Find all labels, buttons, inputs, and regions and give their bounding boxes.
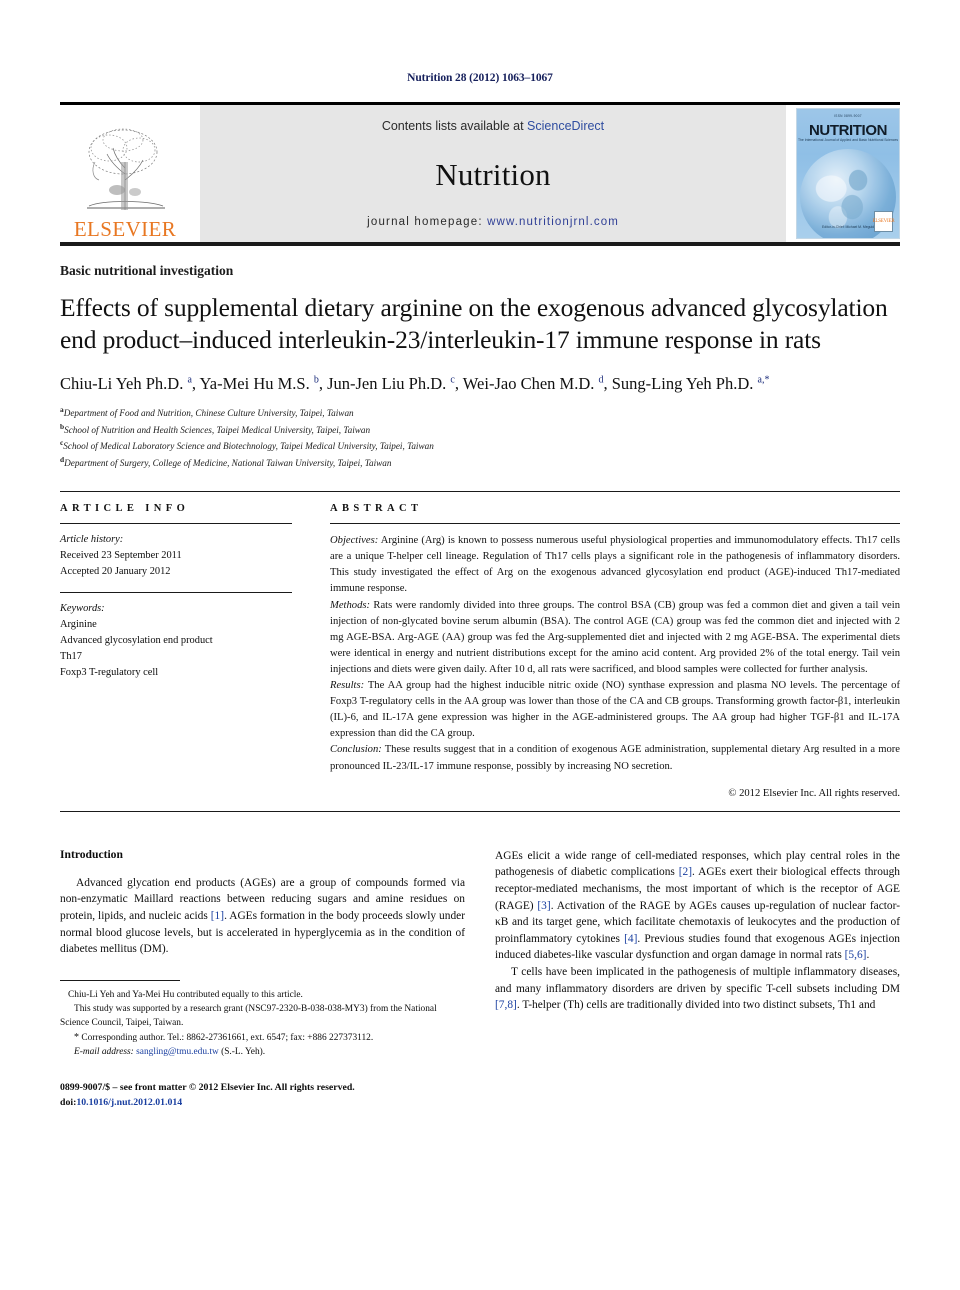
citation-ref[interactable]: [2] — [679, 866, 692, 878]
article-history: Article history: Received 23 September 2… — [60, 524, 292, 591]
elsevier-tree-icon — [87, 128, 165, 210]
doi-line: doi:10.1016/j.nut.2012.01.014 — [60, 1096, 465, 1111]
abstract-heading: ABSTRACT — [330, 503, 423, 515]
abstract-objectives-label: Objectives: — [330, 535, 379, 547]
elsevier-logo: ELSEVIER — [60, 105, 190, 242]
affiliation-text: School of Nutrition and Health Sciences,… — [64, 424, 371, 435]
journal-homepage-link[interactable]: www.nutritionjrnl.com — [487, 216, 619, 228]
abstract-copyright: © 2012 Elsevier Inc. All rights reserved… — [728, 787, 900, 799]
abstract-body: Objectives: Arginine (Arg) is known to p… — [330, 524, 900, 774]
body-columns: Introduction Advanced glycation end prod… — [60, 848, 900, 1111]
keyword-list: Keywords: Arginine Advanced glycosylatio… — [60, 593, 292, 682]
info-abstract-region: ARTICLE INFO Article history: Received 2… — [60, 491, 900, 799]
abstract-conclusion: Conclusion: These results suggest that i… — [330, 742, 900, 774]
contents-prefix: Contents lists available at — [381, 119, 528, 133]
cover-subtitle: The International Journal of Applied and… — [797, 138, 899, 142]
article-history-label: Article history: — [60, 534, 124, 546]
journal-banner: Contents lists available at ScienceDirec… — [200, 105, 786, 242]
article-title: Effects of supplemental dietary arginine… — [60, 293, 888, 355]
cover-elsevier-badge: ELSEVIER — [873, 211, 895, 232]
abstract-results: Results: The AA group had the highest in… — [330, 678, 900, 742]
citation-ref[interactable]: [3] — [537, 900, 550, 912]
running-head: Nutrition 28 (2012) 1063–1067 — [407, 72, 553, 84]
journal-homepage-line: journal homepage: www.nutritionjrnl.com — [367, 216, 619, 228]
intro-paragraph: Advanced glycation end products (AGEs) a… — [60, 875, 465, 958]
citation-ref[interactable]: [4] — [624, 933, 637, 945]
affiliation-text: Department of Surgery, College of Medici… — [64, 458, 392, 469]
article-section-kind: Basic nutritional investigation — [60, 263, 234, 278]
email-suffix: (S.-L. Yeh). — [218, 1047, 266, 1058]
citation-ref[interactable]: [1] — [211, 910, 224, 922]
affiliation-item: bSchool of Nutrition and Health Sciences… — [60, 421, 900, 438]
footnote-block: Chiu-Li Yeh and Ya-Mei Hu contributed eq… — [60, 979, 465, 1111]
citation-ref[interactable]: [7,8] — [495, 999, 517, 1011]
article-info-heading: ARTICLE INFO — [60, 503, 190, 515]
article-info-column: ARTICLE INFO Article history: Received 2… — [60, 492, 292, 798]
journal-name: Nutrition — [435, 157, 551, 192]
footnote-contribution: Chiu-Li Yeh and Ya-Mei Hu contributed eq… — [68, 989, 303, 1000]
affiliation-text: Department of Food and Nutrition, Chines… — [63, 407, 354, 418]
contents-line: Contents lists available at ScienceDirec… — [382, 119, 604, 133]
cover-top-line: ISSN 0899-9007 — [834, 114, 862, 118]
abstract-objectives-text: Arginine (Arg) is known to possess numer… — [330, 535, 900, 595]
affiliation-text: School of Medical Laboratory Science and… — [63, 441, 434, 452]
sciencedirect-link[interactable]: ScienceDirect — [527, 119, 604, 133]
email-link[interactable]: sangling@tmu.edu.tw — [136, 1047, 219, 1057]
keyword-item: Arginine — [60, 618, 97, 630]
corresponding-author-text: Corresponding author. Tel.: 8862-2736166… — [79, 1033, 374, 1044]
keyword-item: Foxp3 T-regulatory cell — [60, 667, 159, 679]
issn-line: 0899-9007/$ – see front matter © 2012 El… — [60, 1082, 355, 1094]
imprint-block: 0899-9007/$ – see front matter © 2012 El… — [60, 1081, 465, 1110]
elsevier-wordmark: ELSEVIER — [73, 217, 177, 241]
affiliation-item: aDepartment of Food and Nutrition, Chine… — [60, 404, 900, 421]
cover-title: NUTRITION — [808, 122, 888, 139]
abstract-conclusion-text: These results suggest that in a conditio… — [330, 744, 900, 772]
footnote-funding: This study was supported by a research g… — [60, 1003, 437, 1029]
abstract-methods: Methods: Rats were randomly divided into… — [330, 598, 900, 678]
citation-ref[interactable]: [5,6] — [845, 949, 867, 961]
introduction-heading: Introduction — [60, 847, 123, 861]
body-column-left: Introduction Advanced glycation end prod… — [60, 848, 465, 1111]
journal-masthead: ELSEVIER Contents lists available at Sci… — [60, 102, 900, 246]
abstract-methods-label: Methods: — [330, 599, 371, 611]
abstract-objectives: Objectives: Arginine (Arg) is known to p… — [330, 533, 900, 597]
intro-paragraph: T cells have been implicated in the path… — [495, 964, 900, 1014]
author-list: Chiu-Li Yeh Ph.D. a, Ya-Mei Hu M.S. b, J… — [60, 374, 770, 394]
email-label: E-mail address: — [74, 1047, 134, 1058]
intro-text: T cells have been implicated in the path… — [495, 966, 900, 995]
doi-label: doi: — [60, 1097, 77, 1109]
journal-cover-thumbnail[interactable]: ISSN 0899-9007 NUTRITION The Internation… — [796, 108, 900, 239]
abstract-results-text: The AA group had the highest inducible n… — [330, 680, 900, 740]
affiliation-list: aDepartment of Food and Nutrition, Chine… — [60, 404, 900, 471]
journal-article-page: Nutrition 28 (2012) 1063–1067 ELSEVIER C… — [0, 0, 960, 1290]
abstract-results-label: Results: — [330, 680, 365, 692]
body-column-right: AGEs elicit a wide range of cell-mediate… — [495, 848, 900, 1111]
keywords-label: Keywords: — [60, 602, 105, 614]
intro-paragraph: AGEs elicit a wide range of cell-mediate… — [495, 848, 900, 964]
abstract-column: ABSTRACT Objectives: Arginine (Arg) is k… — [330, 492, 900, 799]
divider — [60, 810, 900, 812]
affiliation-item: dDepartment of Surgery, College of Medic… — [60, 454, 900, 471]
intro-text: . T-helper (Th) cells are traditionally … — [516, 999, 876, 1012]
intro-text: . — [866, 949, 870, 962]
abstract-conclusion-label: Conclusion: — [330, 744, 382, 756]
footnote-email: E-mail address: sangling@tmu.edu.tw (S.-… — [60, 1045, 465, 1059]
homepage-prefix: journal homepage: — [367, 216, 488, 228]
doi-link[interactable]: 10.1016/j.nut.2012.01.014 — [76, 1097, 182, 1108]
affiliation-item: cSchool of Medical Laboratory Science an… — [60, 437, 900, 454]
keyword-item: Th17 — [60, 650, 82, 662]
abstract-methods-text: Rats were randomly divided into three gr… — [330, 599, 900, 675]
keyword-item: Advanced glycosylation end product — [60, 634, 213, 646]
accepted-date: Accepted 20 January 2012 — [60, 566, 171, 578]
received-date: Received 23 September 2011 — [60, 550, 182, 562]
footnote-corresponding: * Corresponding author. Tel.: 8862-27361… — [60, 1030, 465, 1045]
